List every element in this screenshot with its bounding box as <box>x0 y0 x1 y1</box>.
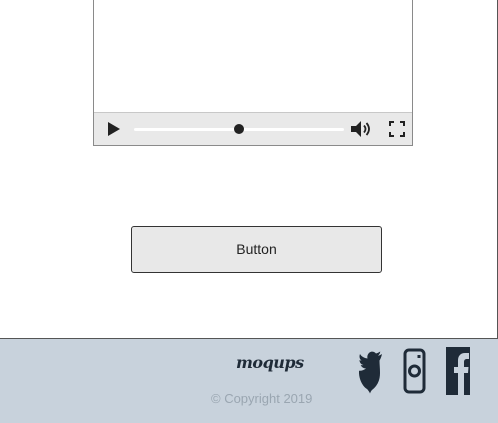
copyright-text: © Copyright 2019 <box>211 391 313 406</box>
volume-icon[interactable] <box>351 120 373 138</box>
fullscreen-icon[interactable] <box>389 121 405 137</box>
video-player[interactable] <box>93 0 413 146</box>
footer: moqups © Copyright 2019 <box>0 338 498 423</box>
play-icon[interactable] <box>107 122 121 136</box>
primary-button[interactable]: Button <box>131 226 382 273</box>
facebook-icon[interactable] <box>446 347 470 395</box>
instagram-icon[interactable] <box>403 348 426 394</box>
twitter-icon[interactable] <box>359 348 383 394</box>
seek-handle[interactable] <box>234 124 244 134</box>
video-controls-bar <box>94 112 412 145</box>
brand-logo: moqups <box>236 353 304 372</box>
page-content-area: Button <box>0 0 498 338</box>
seek-bar[interactable] <box>134 124 344 134</box>
